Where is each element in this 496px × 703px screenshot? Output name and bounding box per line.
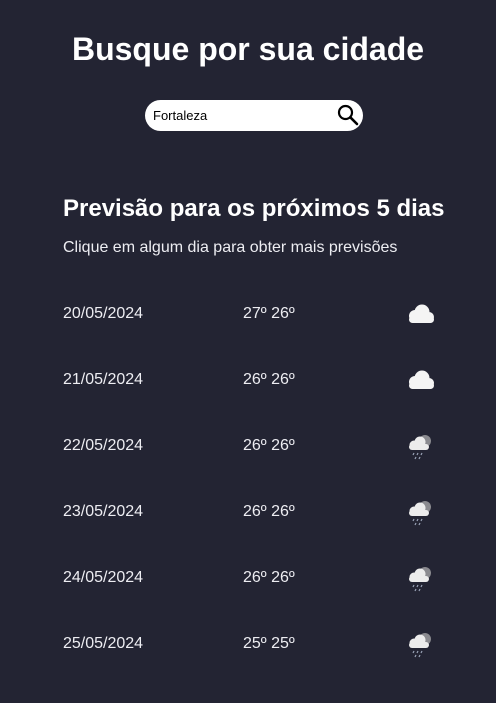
day-temperature: 27º 26º: [243, 305, 295, 322]
rain-cloud-icon: [403, 562, 437, 594]
day-date: 25/05/2024: [63, 635, 144, 652]
rain-cloud-icon: [403, 628, 437, 660]
day-date: 23/05/2024: [63, 503, 144, 520]
search-icon[interactable]: [336, 103, 360, 127]
day-temperature: 26º 26º: [243, 371, 295, 388]
page-title: Busque por sua cidade: [71, 31, 425, 67]
forecast-day-row[interactable]: 21/05/2024 26º 26º: [0, 346, 496, 412]
search-input[interactable]: [153, 100, 333, 131]
day-date: 20/05/2024: [63, 305, 144, 322]
forecast-day-row[interactable]: 25/05/2024 25º 25º: [0, 610, 496, 676]
forecast-subtitle: Clique em algum dia para obter mais prev…: [63, 239, 398, 256]
day-temperature: 26º 26º: [243, 437, 295, 454]
forecast-day-row[interactable]: 23/05/2024 26º 26º: [0, 478, 496, 544]
forecast-day-row[interactable]: 22/05/2024 26º 26º: [0, 412, 496, 478]
day-temperature: 26º 26º: [243, 503, 295, 520]
day-date: 22/05/2024: [63, 437, 144, 454]
forecast-list: 20/05/2024 27º 26º 21/05/2024 26º 26º 22…: [0, 280, 496, 676]
cloud-icon: [403, 298, 437, 330]
day-temperature: 25º 25º: [243, 635, 295, 652]
forecast-title: Previsão para os próximos 5 dias: [63, 195, 445, 222]
rain-cloud-icon: [403, 496, 437, 528]
day-temperature: 26º 26º: [243, 569, 295, 586]
forecast-day-row[interactable]: 24/05/2024 26º 26º: [0, 544, 496, 610]
cloud-icon: [403, 364, 437, 396]
search-box: [145, 100, 363, 131]
forecast-day-row[interactable]: 20/05/2024 27º 26º: [0, 280, 496, 346]
day-date: 24/05/2024: [63, 569, 144, 586]
rain-cloud-icon: [403, 430, 437, 462]
day-date: 21/05/2024: [63, 371, 144, 388]
